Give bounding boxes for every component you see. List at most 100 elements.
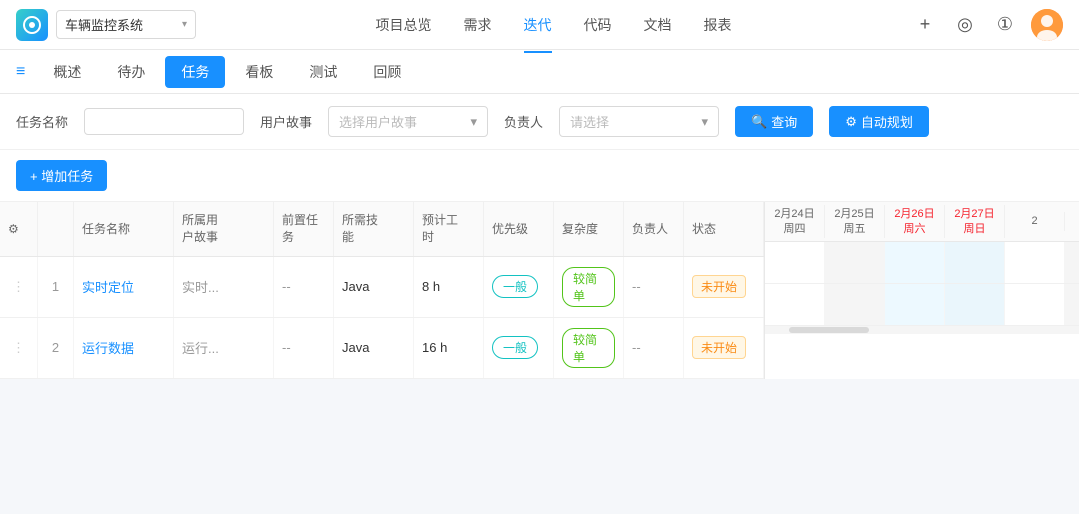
task-link[interactable]: 实时定位 — [82, 280, 134, 295]
target-icon[interactable]: ◎ — [951, 11, 979, 39]
row-time: 8 h — [414, 256, 484, 317]
owner-placeholder: 请选择 — [570, 112, 697, 131]
add-icon[interactable]: + — [911, 11, 939, 39]
row-skill: Java — [334, 256, 414, 317]
top-navigation: 车辆监控系统 ▾ 项目总览 需求 迭代 代码 文档 报表 + ◎ ① — [0, 0, 1079, 50]
nav-right-actions: + ◎ ① — [911, 9, 1063, 41]
row-priority: 一般 — [484, 317, 554, 378]
sub-navigation: ≡ 概述 待办 任务 看板 测试 回顾 — [0, 50, 1079, 94]
query-button[interactable]: 🔍 查询 — [735, 106, 813, 137]
gantt-scroll-thumb[interactable] — [789, 327, 869, 333]
main-nav-items: 项目总览 需求 迭代 代码 文档 报表 — [204, 11, 903, 39]
complex-badge: 较简单 — [562, 328, 615, 368]
main-content: ⚙ 任务名称 所属用户故事 前置任务 所需技能 — [0, 202, 1079, 379]
row-priority: 一般 — [484, 256, 554, 317]
gantt-cell-1-2 — [825, 242, 885, 283]
sub-nav-kanban[interactable]: 看板 — [229, 56, 289, 88]
expand-icon[interactable]: ≡ — [16, 63, 25, 81]
gantt-day-2: 2月25日 周五 — [825, 205, 885, 238]
story-column-header: 所属用户故事 — [174, 202, 274, 256]
chevron-down-icon: ▾ — [471, 114, 478, 130]
row-pre: -- — [274, 317, 334, 378]
query-btn-label: 查询 — [771, 112, 797, 131]
chevron-down-icon-2: ▾ — [702, 114, 709, 130]
sub-nav-test[interactable]: 测试 — [293, 56, 353, 88]
row-owner: -- — [624, 317, 684, 378]
gantt-day-5: 2 — [1005, 212, 1065, 230]
user-story-placeholder: 选择用户故事 — [339, 112, 466, 131]
table-row: ⋮ 1 实时定位 实时... -- Java 8 h 一般 较简单 — [0, 256, 764, 317]
gantt-cell-1-1 — [765, 242, 825, 283]
row-drag-handle[interactable]: ⋮ — [0, 256, 38, 317]
task-link[interactable]: 运行数据 — [82, 341, 134, 356]
row-task-name[interactable]: 运行数据 — [74, 317, 174, 378]
settings-icon: ⚙ — [8, 222, 19, 236]
sub-nav-todo[interactable]: 待办 — [101, 56, 161, 88]
gantt-chart: 2月24日 周四 2月25日 周五 2月26日 周六 2月27日 周日 — [764, 202, 1079, 379]
gantt-cell-2-1 — [765, 284, 825, 325]
row-owner: -- — [624, 256, 684, 317]
nav-item-iteration[interactable]: 迭代 — [524, 11, 552, 39]
gantt-cell-1-4 — [945, 242, 1005, 283]
row-story: 运行... — [174, 317, 274, 378]
priority-badge: 一般 — [492, 336, 538, 359]
row-drag-handle[interactable]: ⋮ — [0, 317, 38, 378]
chevron-down-icon: ▾ — [182, 19, 187, 30]
user-story-label: 用户故事 — [260, 112, 312, 131]
row-complex: 较简单 — [554, 317, 624, 378]
nav-item-overview[interactable]: 项目总览 — [376, 11, 432, 39]
nav-item-requirements[interactable]: 需求 — [464, 11, 492, 39]
nav-item-docs[interactable]: 文档 — [644, 11, 672, 39]
row-complex: 较简单 — [554, 256, 624, 317]
filter-bar: 任务名称 用户故事 选择用户故事 ▾ 负责人 请选择 ▾ 🔍 查询 ⚙ 自动规划 — [0, 94, 1079, 150]
row-num: 2 — [38, 317, 74, 378]
add-task-bar: + 增加任务 — [0, 150, 1079, 202]
table-row: ⋮ 2 运行数据 运行... -- Java 16 h 一般 较简 — [0, 317, 764, 378]
gantt-cell-1-5 — [1005, 242, 1065, 283]
row-skill: Java — [334, 317, 414, 378]
gantt-cell-2-4 — [945, 284, 1005, 325]
status-badge: 未开始 — [692, 336, 746, 359]
priority-column-header: 优先级 — [484, 202, 554, 256]
app-logo[interactable] — [16, 9, 48, 41]
sub-nav-review[interactable]: 回顾 — [357, 56, 417, 88]
row-pre: -- — [274, 256, 334, 317]
add-task-button[interactable]: + 增加任务 — [16, 160, 107, 191]
nav-item-reports[interactable]: 报表 — [704, 11, 732, 39]
user-story-select[interactable]: 选择用户故事 ▾ — [328, 106, 488, 137]
gantt-cell-2-5 — [1005, 284, 1065, 325]
user-avatar[interactable] — [1031, 9, 1063, 41]
row-num: 1 — [38, 256, 74, 317]
time-column-header: 预计工时 — [414, 202, 484, 256]
alert-icon[interactable]: ① — [991, 11, 1019, 39]
row-task-name[interactable]: 实时定位 — [74, 256, 174, 317]
status-badge: 未开始 — [692, 275, 746, 298]
owner-label: 负责人 — [504, 112, 543, 131]
row-status: 未开始 — [684, 317, 764, 378]
gantt-day-4: 2月27日 周日 — [945, 205, 1005, 238]
priority-badge: 一般 — [492, 275, 538, 298]
nav-item-code[interactable]: 代码 — [584, 11, 612, 39]
project-selector[interactable]: 车辆监控系统 ▾ — [56, 10, 196, 39]
gantt-row-1 — [765, 242, 1079, 284]
name-column-header: 任务名称 — [74, 202, 174, 256]
auto-btn-label: 自动规划 — [861, 112, 913, 131]
gantt-day-1: 2月24日 周四 — [765, 205, 825, 238]
auto-plan-button[interactable]: ⚙ 自动规划 — [829, 106, 929, 137]
project-name: 车辆监控系统 — [65, 15, 178, 34]
complex-column-header: 复杂度 — [554, 202, 624, 256]
gantt-scrollbar[interactable] — [765, 326, 1079, 334]
sub-nav-task[interactable]: 任务 — [165, 56, 225, 88]
sub-nav-overview[interactable]: 概述 — [37, 56, 97, 88]
owner-select[interactable]: 请选择 ▾ — [559, 106, 719, 137]
status-column-header: 状态 — [684, 202, 764, 256]
pre-column-header: 前置任务 — [274, 202, 334, 256]
gantt-row-2 — [765, 284, 1079, 326]
search-icon: 🔍 — [751, 114, 767, 130]
gantt-header-row: 2月24日 周四 2月25日 周五 2月26日 周六 2月27日 周日 — [765, 202, 1079, 242]
row-time: 16 h — [414, 317, 484, 378]
gantt-day-3: 2月26日 周六 — [885, 205, 945, 238]
gantt-cell-1-3 — [885, 242, 945, 283]
settings-column-header[interactable]: ⚙ — [0, 202, 38, 256]
task-name-input[interactable] — [84, 108, 244, 135]
